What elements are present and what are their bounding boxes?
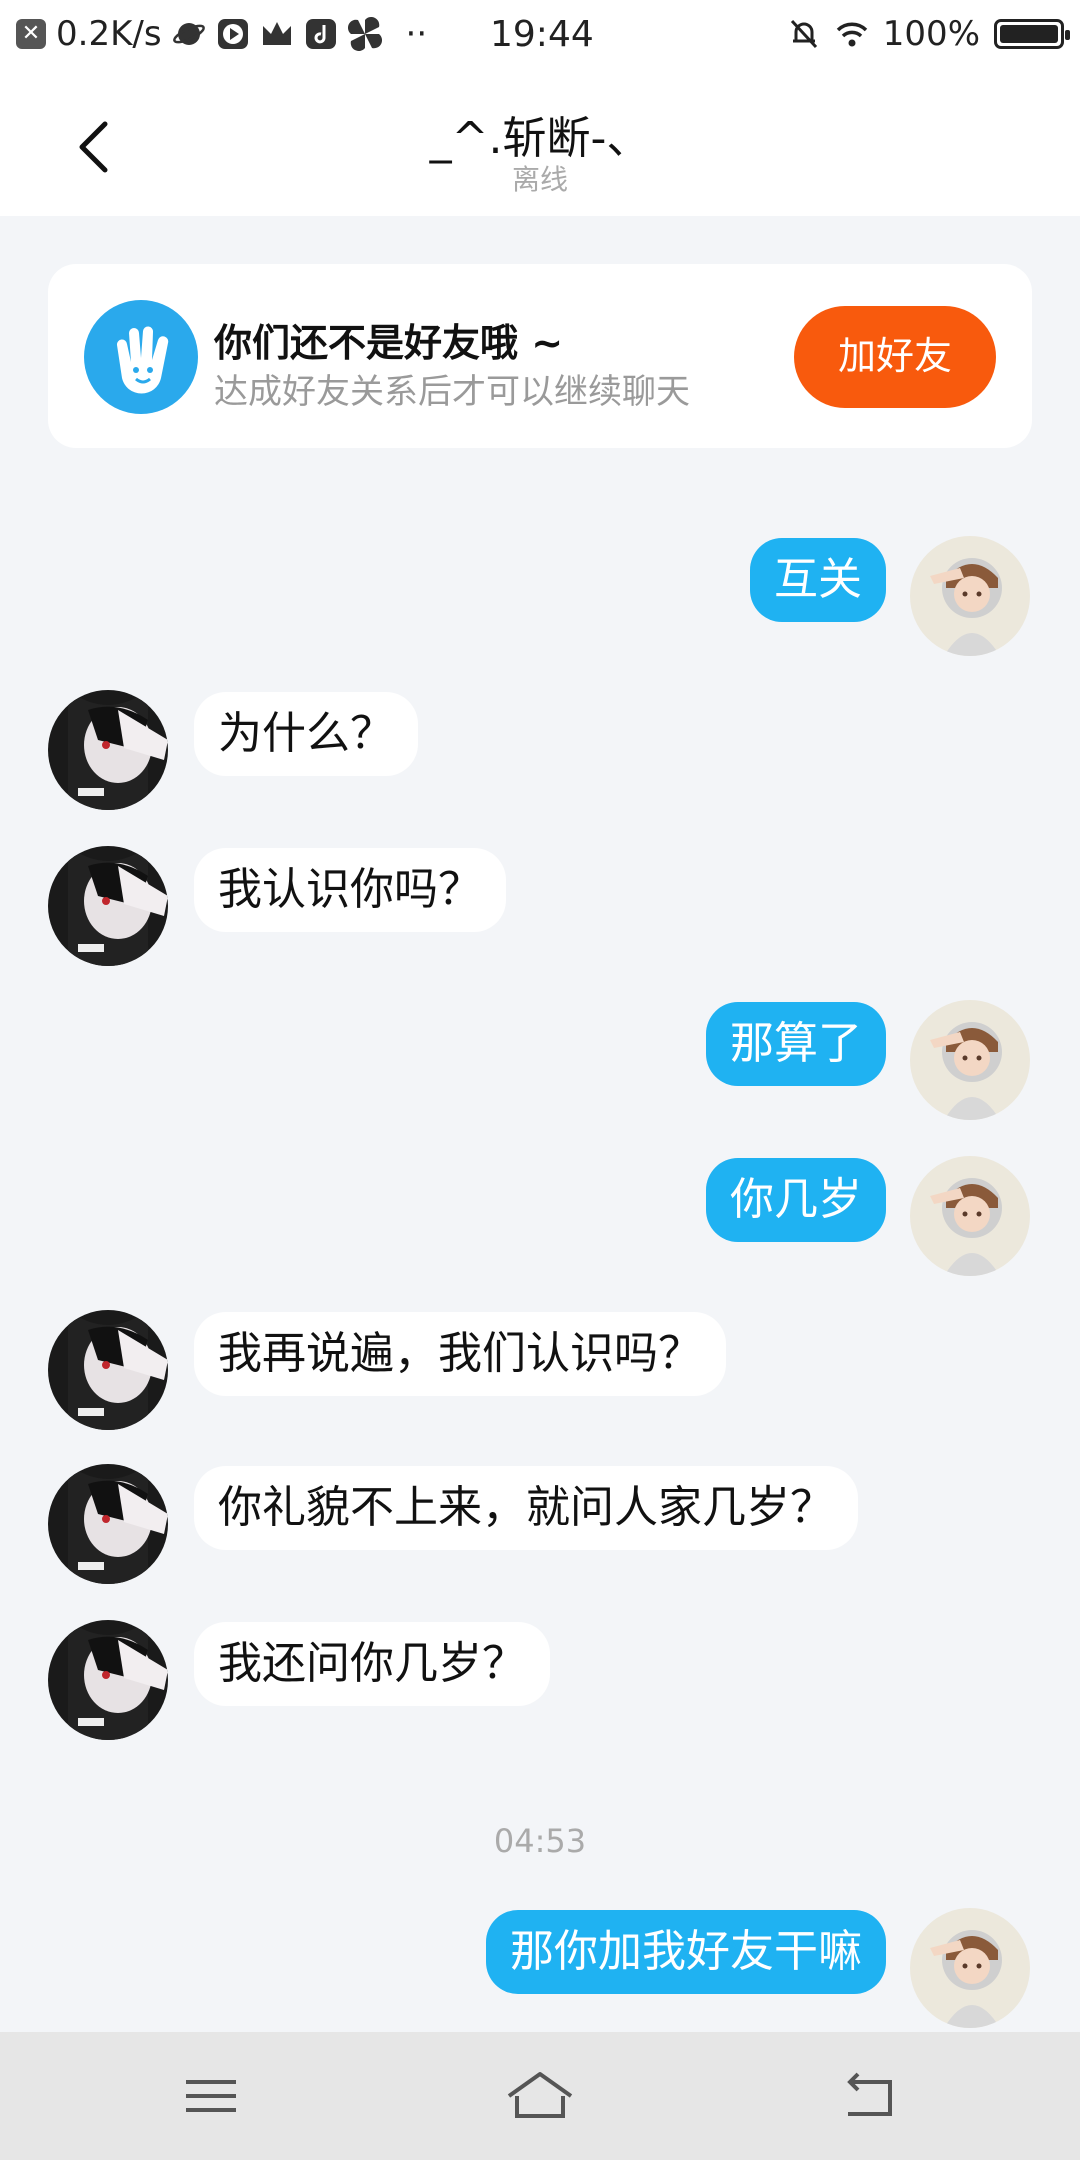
message-bubble-out[interactable]: 那算了 <box>706 1002 886 1086</box>
status-left: ✕ 0.2K/s ·· <box>16 14 427 54</box>
contact-avatar[interactable] <box>48 846 168 966</box>
planet-icon <box>172 23 205 45</box>
wave-hand-icon <box>84 300 198 414</box>
wifi-icon <box>836 22 868 47</box>
my-avatar[interactable] <box>910 536 1030 656</box>
crown-icon <box>262 22 291 45</box>
my-avatar[interactable] <box>910 1156 1030 1276</box>
message-bubble-out[interactable]: 你几岁 <box>706 1158 886 1242</box>
contact-status: 离线 <box>511 163 568 196</box>
message-timestamp: 04:53 <box>493 1822 587 1860</box>
network-speed: 0.2K/s <box>56 14 162 54</box>
message-bubble-in[interactable]: 我还问你几岁？ <box>194 1622 550 1706</box>
status-right: 100% <box>787 14 1070 54</box>
message-bubble-out[interactable]: 那你加我好友干嘛 <box>486 1910 886 1994</box>
message-bubble-in[interactable]: 我认识你吗？ <box>194 848 506 932</box>
contact-avatar[interactable] <box>48 1310 168 1430</box>
chat-header: _^.斩断-、 离线 <box>0 72 1080 216</box>
system-nav-bar <box>0 2032 1080 2160</box>
chat-screen: ✕ 0.2K/s ·· 19:44 100% _^.斩断-、 离线 你们还不是好… <box>0 0 1080 2160</box>
status-bar: ✕ 0.2K/s ·· 19:44 100% <box>0 0 1080 72</box>
close-notification-icon: ✕ <box>16 19 46 49</box>
my-avatar[interactable] <box>910 1908 1030 2028</box>
contact-name: _^.斩断-、 <box>429 113 651 164</box>
music-app-icon <box>305 19 336 49</box>
my-avatar[interactable] <box>910 1000 1030 1120</box>
message-bubble-in[interactable]: 为什么？ <box>194 692 418 776</box>
message-bubble-in[interactable]: 你礼貌不上来，就问人家几岁？ <box>194 1466 858 1550</box>
contact-avatar[interactable] <box>48 690 168 810</box>
not-friends-card: 你们还不是好友哦 ~ 达成好友关系后才可以继续聊天 加好友 <box>48 264 1032 448</box>
message-bubble-in[interactable]: 我再说遍，我们认识吗？ <box>194 1312 726 1396</box>
add-friend-button[interactable]: 加好友 <box>794 306 996 408</box>
message-bubble-out[interactable]: 互关 <box>750 538 886 622</box>
home-icon[interactable] <box>495 2060 585 2132</box>
card-title: 你们还不是好友哦 ~ <box>214 321 564 365</box>
card-subtitle: 达成好友关系后才可以继续聊天 <box>214 372 690 412</box>
status-time: 19:44 <box>490 14 594 55</box>
more-notifications-dots: ·· <box>405 14 428 54</box>
pinwheel-icon <box>347 17 382 51</box>
contact-avatar[interactable] <box>48 1464 168 1584</box>
video-play-icon <box>217 19 248 49</box>
bell-muted-icon <box>790 19 817 49</box>
contact-avatar[interactable] <box>48 1620 168 1740</box>
battery-percent: 100% <box>882 14 980 54</box>
back-nav-icon[interactable] <box>824 2060 914 2132</box>
menu-icon[interactable] <box>166 2060 256 2132</box>
battery-icon <box>994 19 1070 49</box>
